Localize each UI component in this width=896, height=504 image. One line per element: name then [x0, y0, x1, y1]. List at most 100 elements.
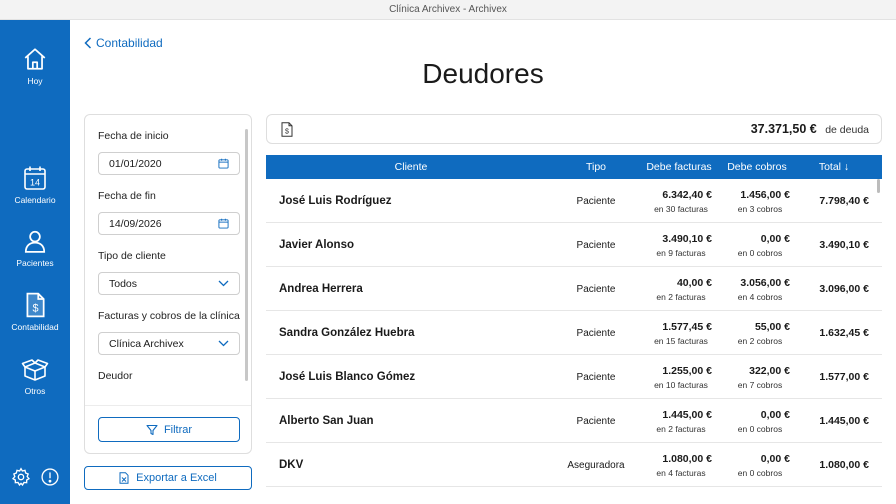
column-header-payments[interactable]: Debe cobros [720, 155, 794, 179]
user-icon [24, 230, 46, 253]
filter-button-label: Filtrar [163, 423, 193, 436]
clinic-label: Facturas y cobros de la clínica [98, 310, 240, 322]
type-text: Paciente [576, 283, 616, 295]
settings-button[interactable] [11, 467, 31, 492]
sidebar-item-label: Otros [24, 386, 46, 396]
column-header-invoices[interactable]: Debe facturas [636, 155, 722, 179]
sidebar-item-hoy[interactable]: Hoy [0, 46, 70, 86]
table-row[interactable]: Andrea Herrera Paciente 40,00 € en 2 fact… [266, 267, 882, 311]
window-titlebar: Clínica Archivex - Archivex [0, 0, 896, 20]
client-name: José Luis Blanco Gómez [279, 355, 549, 399]
pay-text: 1.456,00 € [740, 188, 790, 201]
sidebar-item-label: Pacientes [16, 258, 54, 268]
debt-total: 37.371,50 € de deuda [751, 120, 869, 138]
svg-text:$: $ [285, 128, 289, 135]
inv-sub-text: en 10 facturas [654, 379, 708, 390]
invoices-owed: 40,00 € en 2 facturas [636, 267, 712, 311]
payments-owed: 0,00 € en 0 cobros [716, 443, 790, 487]
inv-sub-text: en 30 facturas [654, 203, 708, 214]
table-scrollbar[interactable] [877, 179, 880, 193]
clinic-select[interactable]: Clínica Archivex [98, 332, 240, 355]
table-row[interactable]: Sandra González Huebra Paciente 1.577,45… [266, 311, 882, 355]
payments-owed: 3.056,00 € en 4 cobros [716, 267, 790, 311]
inv-sub-text: en 9 facturas [656, 247, 706, 258]
inv-text: 6.342,40 € [662, 188, 712, 201]
pay-text: 3.056,00 € [740, 276, 790, 289]
export-excel-button[interactable]: Exportar a Excel [84, 466, 252, 490]
pay-sub-text: en 0 cobros [737, 467, 783, 478]
inv-sub-text: en 4 facturas [656, 467, 706, 478]
excel-file-icon [119, 472, 129, 484]
export-button-label: Exportar a Excel [136, 472, 217, 484]
column-header-type[interactable]: Tipo [546, 155, 646, 179]
row-total: 1.577,00 € [792, 355, 869, 399]
filter-button[interactable]: Filtrar [98, 417, 240, 442]
client-name: Javier Alonso [279, 223, 549, 267]
back-link[interactable]: Contabilidad [84, 36, 163, 50]
info-icon [40, 468, 59, 486]
debt-total-suffix: de deuda [825, 124, 869, 136]
name-text: José Luis Rodríguez [279, 195, 392, 207]
invoices-owed: 1.445,00 € en 2 facturas [636, 399, 712, 443]
home-icon [24, 48, 46, 70]
pay-sub-text: en 3 cobros [737, 203, 783, 214]
payments-owed: 0,00 € en 0 cobros [716, 223, 790, 267]
column-header-client[interactable]: Cliente [266, 155, 556, 179]
pay-text: 0,00 € [760, 408, 790, 421]
sidebar: Hoy 14 Calendario Pacientes $ Contabilid… [0, 20, 70, 504]
start-date-input[interactable]: 01/01/2020 [98, 152, 240, 175]
row-total: 1.445,00 € [792, 399, 869, 443]
inv-text: 40,00 € [676, 276, 712, 289]
chevron-down-icon [218, 280, 229, 287]
chevron-left-icon [84, 37, 92, 49]
inv-sub-text: en 15 facturas [654, 335, 708, 346]
payments-owed: 55,00 € en 2 cobros [716, 311, 790, 355]
sidebar-item-calendario[interactable]: 14 Calendario [0, 165, 70, 205]
sidebar-item-pacientes[interactable]: Pacientes [0, 228, 70, 268]
debtors-table: Cliente Tipo Debe facturas Debe cobros T… [266, 155, 882, 504]
column-header-total[interactable]: Total ↓ [802, 155, 866, 179]
client-name: José Luis Rodríguez [279, 179, 549, 223]
end-date-input[interactable]: 14/09/2026 [98, 212, 240, 235]
calendar-icon: 14 [24, 166, 46, 190]
name-text: Andrea Herrera [279, 283, 363, 295]
inv-sub-text: en 2 facturas [656, 291, 706, 302]
sidebar-item-contabilidad[interactable]: $ Contabilidad [0, 292, 70, 332]
window-title: Clínica Archivex - Archivex [389, 4, 507, 15]
name-text: José Luis Blanco Gómez [279, 371, 416, 383]
pay-sub-text: en 4 cobros [737, 291, 783, 302]
table-row[interactable]: Javier Alonso Paciente 3.490,10 € en 9 fa… [266, 223, 882, 267]
sidebar-item-otros[interactable]: Otros [0, 356, 70, 396]
client-type: Paciente [546, 179, 646, 223]
sidebar-item-label: Contabilidad [11, 322, 59, 332]
payments-owed: 322,00 € en 7 cobros [716, 355, 790, 399]
table-row[interactable]: José Luis Blanco Gómez Paciente 1.255,00… [266, 355, 882, 399]
client-type: Paciente [546, 399, 646, 443]
table-header: Cliente Tipo Debe facturas Debe cobros T… [266, 155, 882, 179]
client-name: Alberto San Juan [279, 399, 549, 443]
row-total: 3.096,00 € [792, 267, 869, 311]
row-total: 1.080,00 € [792, 443, 869, 487]
type-text: Paciente [576, 239, 616, 251]
client-name: DKV [279, 443, 549, 487]
table-row[interactable]: DKV Aseguradora 1.080,00 € en 4 facturas … [266, 443, 882, 487]
invoice-icon: $ [281, 121, 293, 137]
end-date-value: 14/09/2026 [109, 217, 162, 230]
filter-panel: Fecha de inicio 01/01/2020 Fecha de fin … [84, 114, 252, 454]
invoices-owed: 3.490,10 € en 9 facturas [636, 223, 712, 267]
end-date-label: Fecha de fin [98, 190, 156, 202]
filter-scrollbar[interactable] [245, 129, 248, 381]
pay-text: 0,00 € [760, 232, 790, 245]
help-button[interactable] [40, 467, 60, 492]
client-type: Paciente [546, 355, 646, 399]
total-text: 3.096,00 € [819, 283, 869, 295]
inv-text: 1.255,00 € [662, 364, 712, 377]
pay-text: 0,00 € [760, 452, 790, 465]
clinic-value: Clínica Archivex [109, 337, 184, 350]
table-row[interactable]: Alberto San Juan Paciente 1.445,00 € en 2… [266, 399, 882, 443]
table-row[interactable]: José Luis Rodríguez Paciente 6.342,40 € e… [266, 179, 882, 223]
svg-text:$: $ [33, 303, 39, 315]
filter-scroll-area[interactable]: Fecha de inicio 01/01/2020 Fecha de fin … [85, 115, 251, 405]
name-text: Alberto San Juan [279, 415, 374, 427]
client-type-select[interactable]: Todos [98, 272, 240, 295]
